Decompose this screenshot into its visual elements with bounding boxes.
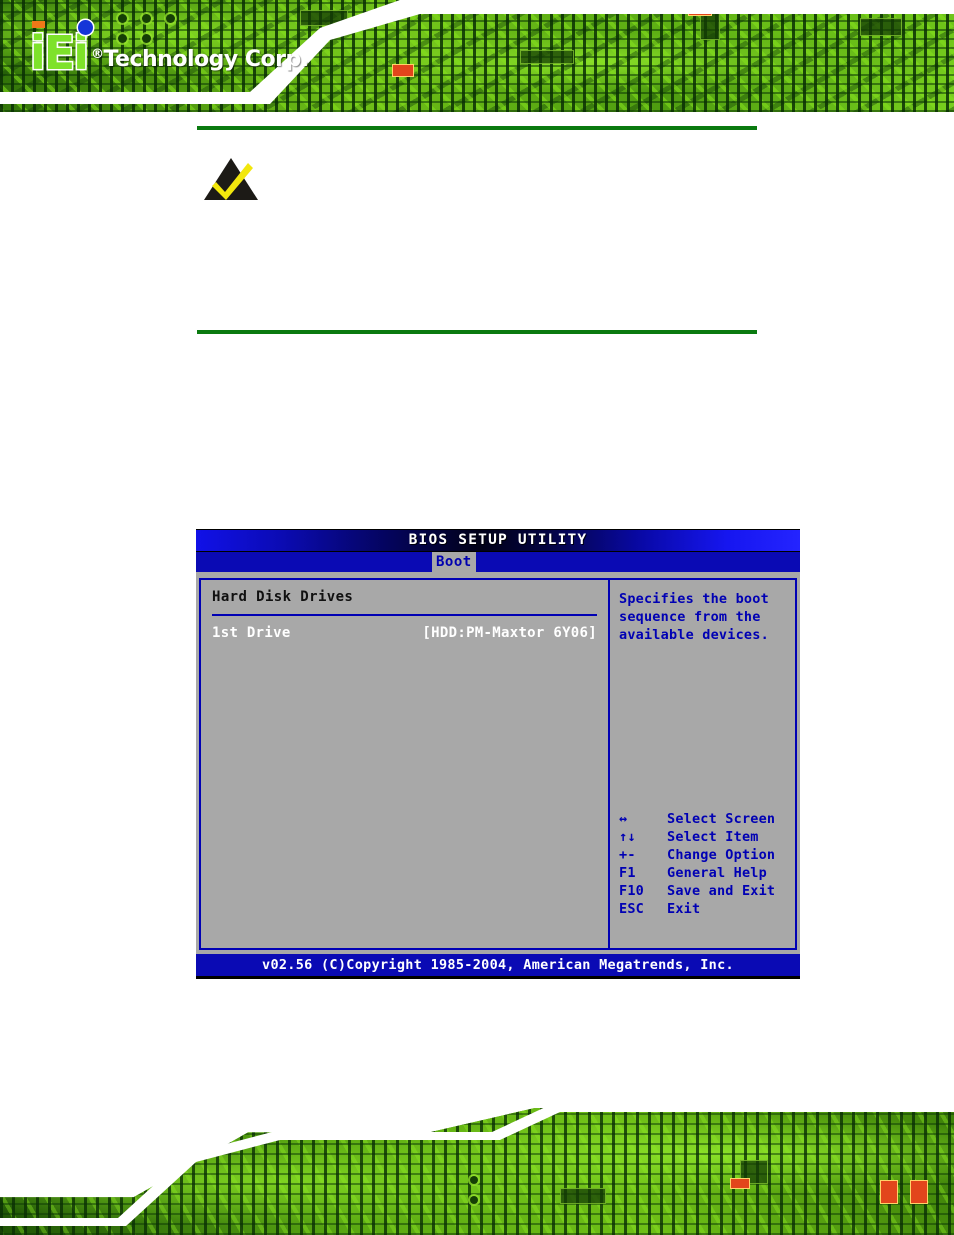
page-footer-banner bbox=[0, 1100, 954, 1235]
key-legend-desc: Change Option bbox=[667, 847, 776, 863]
pcb-resistor bbox=[730, 1178, 750, 1189]
bios-setup-window: BIOS SETUP UTILITY Boot Hard Disk Drives… bbox=[196, 529, 800, 979]
iei-logo: iEi ®Technology Corp. bbox=[30, 20, 309, 76]
logo-tagline: ®Technology Corp. bbox=[91, 47, 309, 76]
note-body bbox=[197, 130, 757, 330]
bios-row-label: 1st Drive bbox=[212, 625, 291, 641]
pcb-resistor bbox=[880, 1180, 898, 1204]
logo-iei-text: iEi bbox=[30, 26, 89, 80]
bios-help-text: Specifies the boot sequence from the ava… bbox=[619, 591, 769, 643]
key-legend-row: F1 General Help bbox=[619, 864, 786, 882]
pcb-chip bbox=[520, 50, 574, 64]
bios-footer-copyright: v02.56 (C)Copyright 1985-2004, American … bbox=[196, 954, 800, 979]
bios-row-value: [HDD:PM-Maxtor 6Y06] bbox=[422, 625, 597, 641]
section-divider bbox=[212, 614, 597, 616]
key-legend-desc: Exit bbox=[667, 901, 701, 917]
key-esc-label: ESC bbox=[619, 901, 644, 917]
page-header-banner: iEi ®Technology Corp. bbox=[0, 0, 954, 112]
pcb-texture-footer bbox=[0, 1108, 954, 1235]
pcb-chip bbox=[300, 10, 348, 26]
pcb-chip bbox=[560, 1188, 606, 1204]
pcb-via-dot bbox=[166, 14, 175, 23]
logo-orange-accent bbox=[32, 21, 45, 28]
bios-help-pane: Specifies the boot sequence from the ava… bbox=[608, 578, 797, 950]
key-legend-row: ↔ Select Screen bbox=[619, 810, 786, 828]
bios-body: Hard Disk Drives 1st Drive [HDD:PM-Maxto… bbox=[196, 572, 800, 954]
note-triangle-check-icon bbox=[204, 158, 258, 200]
key-legend-desc: Save and Exit bbox=[667, 883, 776, 899]
key-legend-desc: Select Item bbox=[667, 829, 759, 845]
key-legend-row: ESC Exit bbox=[619, 900, 786, 918]
pcb-via-dot bbox=[118, 14, 127, 23]
key-plus-minus-icon: +- bbox=[619, 847, 636, 863]
pcb-via-dot bbox=[142, 14, 151, 23]
pcb-resistor bbox=[688, 4, 712, 16]
key-legend-row: +- Change Option bbox=[619, 846, 786, 864]
pcb-via-dot bbox=[470, 1176, 478, 1184]
key-arrows-lr-icon: ↔ bbox=[619, 811, 628, 827]
key-legend-row: ↑↓ Select Item bbox=[619, 828, 786, 846]
key-f1-label: F1 bbox=[619, 865, 636, 881]
pcb-via-dot bbox=[470, 1196, 478, 1204]
key-legend-row: F10 Save and Exit bbox=[619, 882, 786, 900]
note-bottom-rule bbox=[197, 330, 757, 334]
key-legend-desc: General Help bbox=[667, 865, 767, 881]
tab-boot[interactable]: Boot bbox=[432, 552, 476, 572]
key-f10-label: F10 bbox=[619, 883, 644, 899]
pcb-resistor bbox=[910, 1180, 928, 1204]
registered-mark-icon: ® bbox=[90, 47, 104, 62]
note-callout bbox=[197, 126, 757, 334]
bios-titlebar: BIOS SETUP UTILITY bbox=[196, 529, 800, 552]
bios-title: BIOS SETUP UTILITY bbox=[408, 532, 588, 548]
logo-blue-dot bbox=[77, 20, 93, 35]
logo-tagline-text: Technology Corp. bbox=[103, 47, 309, 72]
bios-menubar: Boot bbox=[196, 552, 800, 572]
logo-iei-wordmark: iEi bbox=[30, 20, 93, 76]
section-title-hard-disk-drives: Hard Disk Drives bbox=[212, 589, 354, 605]
pcb-chip bbox=[860, 18, 902, 36]
key-arrows-ud-icon: ↑↓ bbox=[619, 829, 636, 845]
bios-key-legend: ↔ Select Screen ↑↓ Select Item +- Change… bbox=[619, 810, 786, 918]
bios-left-pane: Hard Disk Drives 1st Drive [HDD:PM-Maxto… bbox=[199, 578, 608, 950]
bios-row-1st-drive[interactable]: 1st Drive [HDD:PM-Maxtor 6Y06] bbox=[212, 625, 597, 641]
pcb-resistor bbox=[392, 64, 414, 77]
key-legend-desc: Select Screen bbox=[667, 811, 776, 827]
